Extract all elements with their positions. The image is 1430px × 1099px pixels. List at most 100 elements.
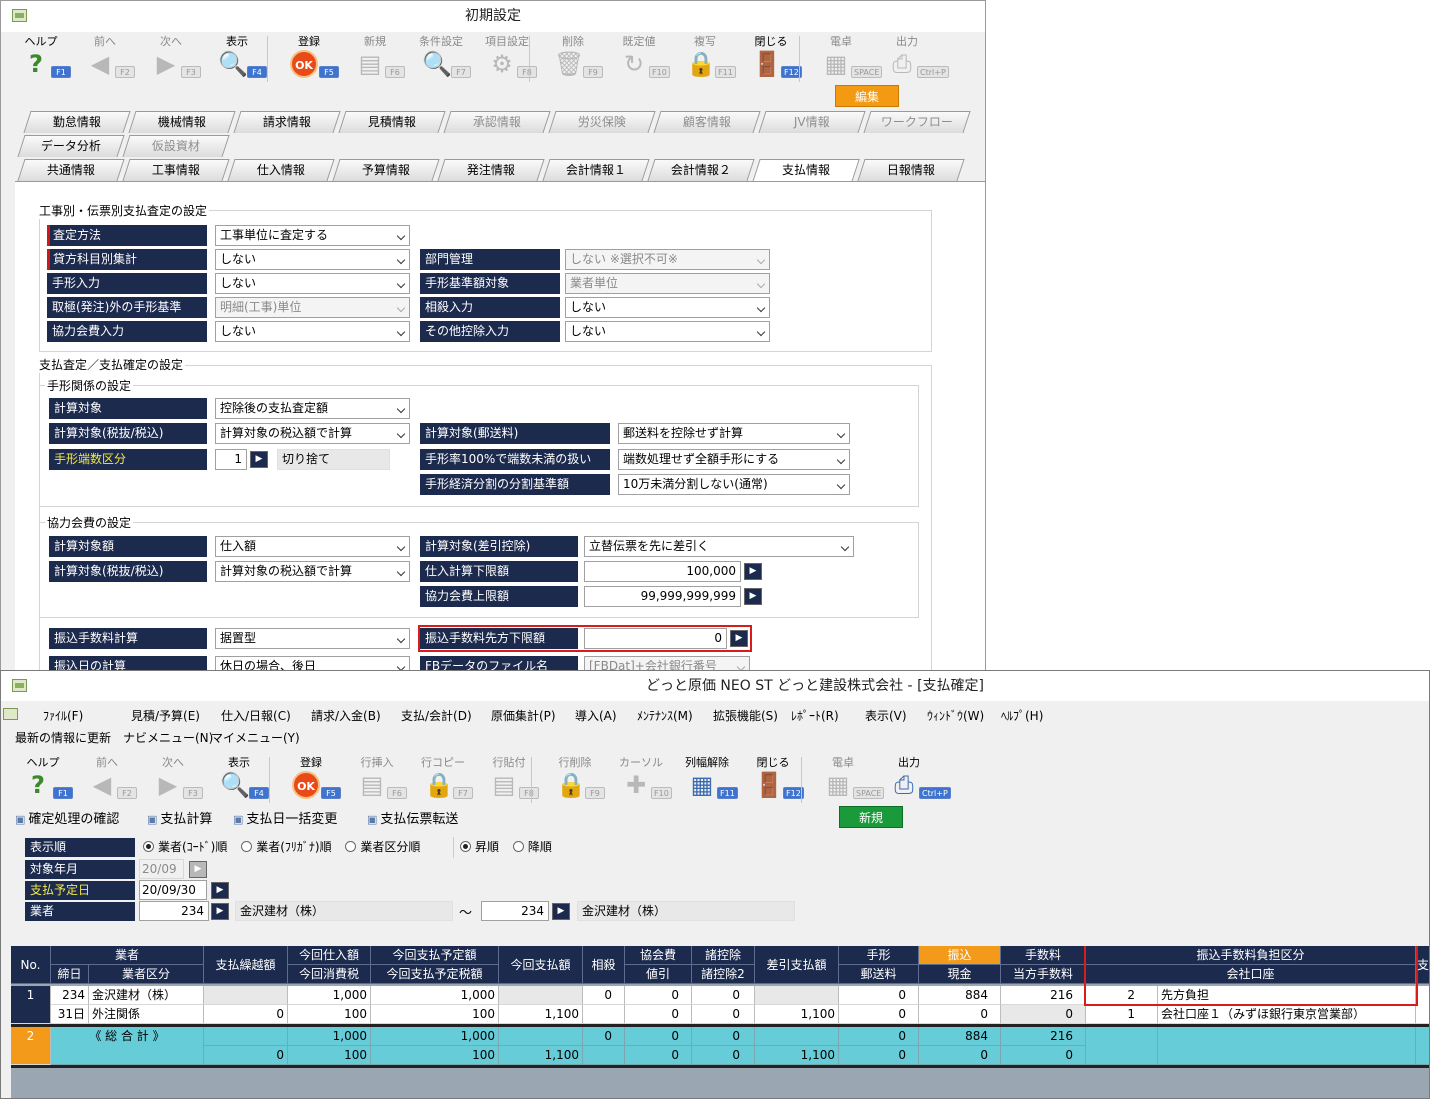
transfer-fee-calc-select[interactable]: 据置型 [215,628,410,649]
toolbar-button-10[interactable]: 列幅解除 ▦ F11 [675,753,739,805]
coop-upper-limit-input[interactable]: 99,999,999,999 [584,586,741,607]
toolbar-button-1[interactable]: 前へ ◀ F2 [73,32,137,84]
cell-vendor-name[interactable]: 金沢建材（株） [89,986,204,1005]
coop-calc-amount-select[interactable]: 仕入額 [215,536,410,557]
coop-fee-input-select[interactable]: しない [215,321,410,342]
purchase-lower-limit-input[interactable]: 100,000 [584,561,741,582]
bill-fraction-select[interactable]: 端数処理せず全額手形にする [618,449,850,470]
ascending-radio[interactable]: 昇順 [460,840,499,854]
tab-tabs_row1-0[interactable]: 勤怠情報 [23,111,131,133]
toolbar-button-0[interactable]: ヘルプ? F1 [9,32,73,84]
tab-tabs_row1-7[interactable]: JV情報 [758,111,866,133]
pay-date-input[interactable]: 20/09/30 [139,880,207,900]
bill-input-select[interactable]: しない [215,273,410,294]
menu-item-11[interactable]: ｳｨﾝﾄﾞｳ(W) [927,707,984,724]
menu-item-8[interactable]: 拡張機能(S) [713,707,778,724]
tab-tabs_row1-6[interactable]: 顧客情報 [653,111,761,133]
cell-postage[interactable]: 0 [839,1005,919,1024]
cell-coop-fee[interactable]: 0 [625,986,692,1005]
cell-transfer[interactable]: 884 [919,986,1001,1005]
cell-vendor-code[interactable]: 234 [51,986,89,1005]
tab-tabs_row1-4[interactable]: 承認情報 [443,111,551,133]
command-button-1[interactable]: ▣ 支払計算 [147,808,212,827]
coop-tax-select[interactable]: 計算対象の税込額で計算 [215,561,410,582]
order-category-radio[interactable]: 業者区分順 [345,840,420,854]
cell-discount[interactable]: 0 [625,1005,692,1024]
calc-tax-select[interactable]: 計算対象の税込額で計算 [215,423,410,444]
command-button-2[interactable]: ▣ 支払日一括変更 [233,808,337,827]
command-button-3[interactable]: ▣ 支払伝票転送 [367,808,458,827]
menu-item-4[interactable]: 支払/会計(D) [401,707,472,724]
bill-split-base-select[interactable]: 10万未満分割しない(通常) [618,474,850,495]
quick-link-1[interactable]: ナビメニュー(N) [123,729,213,746]
menu-item-3[interactable]: 請求/入金(B) [311,707,381,724]
cell-deduction2[interactable]: 0 [692,1005,755,1024]
toolbar-button-12[interactable]: 電卓 ▦ SPACE [809,32,883,84]
toolbar-button-13[interactable]: 出力 ⎙ Ctrl+P [877,753,951,805]
toolbar-button-2[interactable]: 次へ ▶ F3 [141,753,205,805]
toolbar-button-9[interactable]: カーソル ✚ F10 [609,753,673,805]
tab-tabs_row1-1[interactable]: 機械情報 [128,111,236,133]
toolbar-button-5[interactable]: 行挿入 ▤ F6 [345,753,409,805]
toolbar-button-12[interactable]: 電卓 ▦ SPACE [811,753,885,805]
bill-rounding-code-input[interactable]: 1 [215,449,247,470]
other-deduction-input-select[interactable]: しない [565,321,770,342]
cell-bill[interactable]: 0 [839,986,919,1005]
cell-account-code[interactable]: 1 [1086,1005,1158,1024]
tab-tabs_row3-8[interactable]: 日報情報 [857,159,965,181]
tab-tabs_row2-1[interactable]: 仮設資材 [122,135,230,157]
descending-radio[interactable]: 降順 [512,840,552,854]
menu-item-9[interactable]: ﾚﾎﾟｰﾄ(R) [791,707,839,724]
tab-tabs_row3-0[interactable]: 共通情報 [17,159,125,181]
coop-deduction-select[interactable]: 立替伝票を先に差引く [584,536,854,557]
lookup-button[interactable]: ▶ [552,903,570,920]
toolbar-button-6[interactable]: 行コピー 🔒 F7 [411,753,475,805]
cell-cash[interactable]: 0 [919,1005,1001,1024]
menu-item-1[interactable]: 見積/予算(E) [131,707,200,724]
toolbar-button-3[interactable]: 表示 🔍 F4 [207,753,271,805]
lookup-button[interactable]: ▶ [250,451,268,468]
assessment-method-select[interactable]: 工事単位に査定する [215,225,410,246]
calc-target-select[interactable]: 控除後の支払査定額 [215,398,410,419]
toolbar-button-13[interactable]: 出力 ⎙ Ctrl+P [875,32,949,84]
order-code-radio[interactable]: 業者(ｺｰﾄﾞ)順 [143,840,227,854]
toolbar-button-10[interactable]: 複写 🔒 F11 [673,32,737,84]
menu-item-7[interactable]: ﾒﾝﾃﾅﾝｽ(M) [637,707,693,724]
lookup-button[interactable]: ▶ [744,588,762,605]
toolbar-button-5[interactable]: 新規 ▤ F6 [343,32,407,84]
vendor-to-input[interactable]: 234 [481,901,549,921]
tab-tabs_row3-6[interactable]: 会計情報２ [647,159,755,181]
lookup-button[interactable]: ▶ [744,563,762,580]
menu-item-12[interactable]: ﾍﾙﾌﾟ(H) [1001,707,1043,724]
toolbar-button-8[interactable]: 行削除 🔒 F9 [543,753,607,805]
toolbar-button-4[interactable]: 登録 OK F5 [279,753,343,805]
toolbar-button-2[interactable]: 次へ ▶ F3 [139,32,203,84]
menu-item-0[interactable]: ﾌｧｲﾙ(F) [43,707,83,724]
lookup-button[interactable]: ▶ [211,903,229,920]
offset-input-select[interactable]: しない [565,297,770,318]
tab-tabs_row1-5[interactable]: 労災保険 [548,111,656,133]
quick-link-2[interactable]: マイメニュー(Y) [211,729,300,746]
tab-tabs_row1-2[interactable]: 請求情報 [233,111,341,133]
quick-link-0[interactable]: 最新の情報に更新 [15,729,111,746]
cell-offset[interactable]: 0 [583,986,625,1005]
tab-tabs_row3-7[interactable]: 支払情報 [752,159,860,182]
credit-account-summary-select[interactable]: しない [215,249,410,270]
order-kana-radio[interactable]: 業者(ﾌﾘｶﾞﾅ)順 [241,840,332,854]
toolbar-button-11[interactable]: 閉じる 🚪 F12 [739,32,803,84]
calendar-button[interactable]: ▶ [211,882,229,899]
tab-tabs_row3-5[interactable]: 会計情報１ [542,159,650,181]
vendor-from-input[interactable]: 234 [139,901,209,921]
tab-tabs_row1-8[interactable]: ワークフロー [863,111,971,133]
toolbar-button-4[interactable]: 登録 OK F5 [277,32,341,84]
toolbar-button-9[interactable]: 既定値 ↻ F10 [607,32,671,84]
tab-tabs_row3-3[interactable]: 予算情報 [332,159,440,181]
tab-tabs_row2-0[interactable]: データ分析 [17,135,125,157]
menu-item-6[interactable]: 導入(A) [575,707,617,724]
menu-item-10[interactable]: 表示(V) [865,707,907,724]
cell-deduction[interactable]: 0 [692,986,755,1005]
toolbar-button-1[interactable]: 前へ ◀ F2 [75,753,139,805]
cell-fee[interactable]: 216 [1001,986,1086,1005]
tab-tabs_row1-3[interactable]: 見積情報 [338,111,446,133]
tab-tabs_row3-4[interactable]: 発注情報 [437,159,545,181]
